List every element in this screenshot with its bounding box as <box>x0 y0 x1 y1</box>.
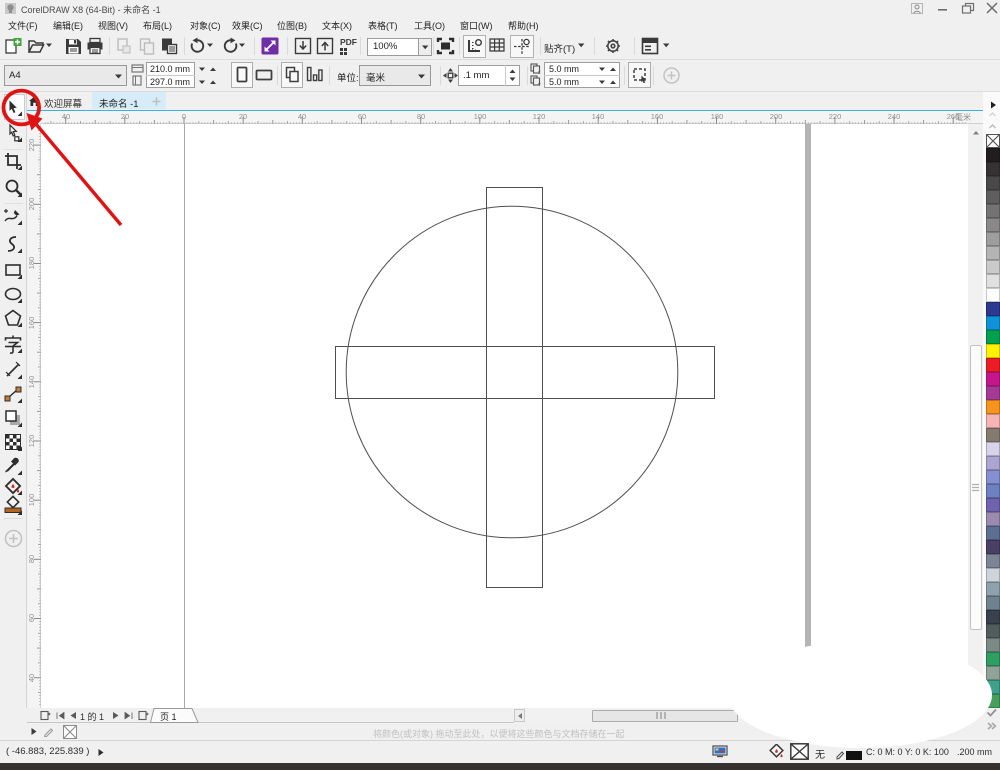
svg-text:60: 60 <box>358 112 366 121</box>
svg-text:y: y <box>538 82 541 86</box>
svg-text:40: 40 <box>62 112 70 121</box>
svg-text:0: 0 <box>182 112 186 121</box>
svg-text:60: 60 <box>28 614 36 622</box>
svg-text:220: 220 <box>829 112 842 121</box>
svg-text:140: 140 <box>28 376 36 389</box>
svg-text:180: 180 <box>711 112 724 121</box>
svg-text:40: 40 <box>28 674 36 682</box>
svg-text:20: 20 <box>239 112 247 121</box>
svg-text:160: 160 <box>28 317 36 330</box>
svg-text:120: 120 <box>533 112 546 121</box>
svg-text:80: 80 <box>417 112 425 121</box>
svg-text:160: 160 <box>651 112 664 121</box>
svg-text:20: 20 <box>121 112 129 121</box>
svg-text:100: 100 <box>28 494 36 507</box>
svg-text:200: 200 <box>770 112 783 121</box>
svg-text:120: 120 <box>28 435 36 448</box>
svg-text:PDF: PDF <box>340 37 357 47</box>
svg-text:140: 140 <box>592 112 605 121</box>
svg-text:80: 80 <box>28 555 36 563</box>
svg-text:x: x <box>538 70 541 74</box>
svg-text:240: 240 <box>888 112 901 121</box>
svg-text:200: 200 <box>28 198 36 211</box>
svg-text:100: 100 <box>474 112 487 121</box>
svg-text:220: 220 <box>28 139 36 152</box>
svg-text:40: 40 <box>298 112 306 121</box>
svg-text:180: 180 <box>28 257 36 270</box>
